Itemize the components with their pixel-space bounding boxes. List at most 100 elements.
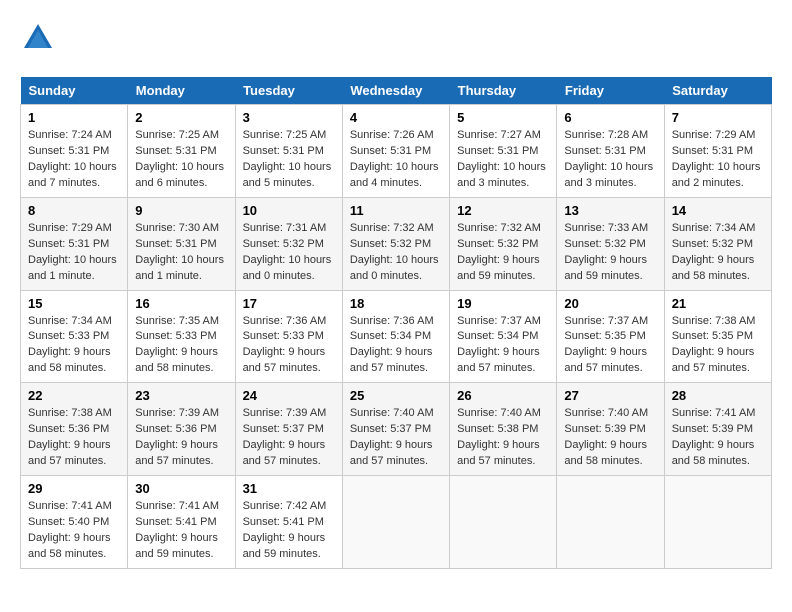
day-info: Sunrise: 7:29 AM Sunset: 5:31 PM Dayligh…: [672, 128, 764, 192]
day-number: 29: [28, 481, 120, 496]
calendar-cell: 11 Sunrise: 7:32 AM Sunset: 5:32 PM Dayl…: [342, 197, 449, 290]
day-number: 7: [672, 110, 764, 125]
day-info: Sunrise: 7:34 AM Sunset: 5:33 PM Dayligh…: [28, 314, 120, 378]
calendar-cell: 3 Sunrise: 7:25 AM Sunset: 5:31 PM Dayli…: [235, 105, 342, 198]
calendar-cell: 23 Sunrise: 7:39 AM Sunset: 5:36 PM Dayl…: [128, 383, 235, 476]
calendar-cell: [664, 476, 771, 569]
day-number: 17: [243, 296, 335, 311]
day-info: Sunrise: 7:37 AM Sunset: 5:34 PM Dayligh…: [457, 314, 549, 378]
calendar-cell: 10 Sunrise: 7:31 AM Sunset: 5:32 PM Dayl…: [235, 197, 342, 290]
day-number: 4: [350, 110, 442, 125]
day-number: 19: [457, 296, 549, 311]
day-number: 31: [243, 481, 335, 496]
calendar-cell: 31 Sunrise: 7:42 AM Sunset: 5:41 PM Dayl…: [235, 476, 342, 569]
day-info: Sunrise: 7:41 AM Sunset: 5:40 PM Dayligh…: [28, 499, 120, 563]
weekday-header-sunday: Sunday: [21, 77, 128, 105]
weekday-header-row: SundayMondayTuesdayWednesdayThursdayFrid…: [21, 77, 772, 105]
calendar-cell: 13 Sunrise: 7:33 AM Sunset: 5:32 PM Dayl…: [557, 197, 664, 290]
day-info: Sunrise: 7:26 AM Sunset: 5:31 PM Dayligh…: [350, 128, 442, 192]
day-info: Sunrise: 7:39 AM Sunset: 5:37 PM Dayligh…: [243, 406, 335, 470]
logo: [20, 20, 60, 61]
day-number: 26: [457, 388, 549, 403]
day-number: 27: [564, 388, 656, 403]
weekday-header-friday: Friday: [557, 77, 664, 105]
day-number: 2: [135, 110, 227, 125]
day-number: 22: [28, 388, 120, 403]
calendar-cell: 2 Sunrise: 7:25 AM Sunset: 5:31 PM Dayli…: [128, 105, 235, 198]
day-info: Sunrise: 7:41 AM Sunset: 5:41 PM Dayligh…: [135, 499, 227, 563]
page-header: [20, 20, 772, 61]
calendar-cell: 22 Sunrise: 7:38 AM Sunset: 5:36 PM Dayl…: [21, 383, 128, 476]
day-number: 30: [135, 481, 227, 496]
day-number: 5: [457, 110, 549, 125]
calendar-cell: 1 Sunrise: 7:24 AM Sunset: 5:31 PM Dayli…: [21, 105, 128, 198]
day-number: 1: [28, 110, 120, 125]
calendar-cell: 8 Sunrise: 7:29 AM Sunset: 5:31 PM Dayli…: [21, 197, 128, 290]
day-number: 16: [135, 296, 227, 311]
day-number: 6: [564, 110, 656, 125]
day-info: Sunrise: 7:41 AM Sunset: 5:39 PM Dayligh…: [672, 406, 764, 470]
week-row-2: 8 Sunrise: 7:29 AM Sunset: 5:31 PM Dayli…: [21, 197, 772, 290]
day-info: Sunrise: 7:27 AM Sunset: 5:31 PM Dayligh…: [457, 128, 549, 192]
day-number: 15: [28, 296, 120, 311]
calendar-cell: 7 Sunrise: 7:29 AM Sunset: 5:31 PM Dayli…: [664, 105, 771, 198]
day-info: Sunrise: 7:25 AM Sunset: 5:31 PM Dayligh…: [243, 128, 335, 192]
week-row-1: 1 Sunrise: 7:24 AM Sunset: 5:31 PM Dayli…: [21, 105, 772, 198]
day-number: 12: [457, 203, 549, 218]
calendar-cell: 17 Sunrise: 7:36 AM Sunset: 5:33 PM Dayl…: [235, 290, 342, 383]
calendar-cell: 14 Sunrise: 7:34 AM Sunset: 5:32 PM Dayl…: [664, 197, 771, 290]
calendar-cell: 26 Sunrise: 7:40 AM Sunset: 5:38 PM Dayl…: [450, 383, 557, 476]
day-info: Sunrise: 7:36 AM Sunset: 5:34 PM Dayligh…: [350, 314, 442, 378]
weekday-header-tuesday: Tuesday: [235, 77, 342, 105]
day-info: Sunrise: 7:36 AM Sunset: 5:33 PM Dayligh…: [243, 314, 335, 378]
logo-icon: [20, 20, 56, 56]
calendar-cell: 20 Sunrise: 7:37 AM Sunset: 5:35 PM Dayl…: [557, 290, 664, 383]
day-info: Sunrise: 7:32 AM Sunset: 5:32 PM Dayligh…: [350, 221, 442, 285]
day-info: Sunrise: 7:37 AM Sunset: 5:35 PM Dayligh…: [564, 314, 656, 378]
calendar-cell: [342, 476, 449, 569]
calendar-cell: 27 Sunrise: 7:40 AM Sunset: 5:39 PM Dayl…: [557, 383, 664, 476]
day-info: Sunrise: 7:29 AM Sunset: 5:31 PM Dayligh…: [28, 221, 120, 285]
day-number: 10: [243, 203, 335, 218]
day-number: 20: [564, 296, 656, 311]
day-number: 8: [28, 203, 120, 218]
week-row-3: 15 Sunrise: 7:34 AM Sunset: 5:33 PM Dayl…: [21, 290, 772, 383]
day-number: 14: [672, 203, 764, 218]
calendar-cell: 21 Sunrise: 7:38 AM Sunset: 5:35 PM Dayl…: [664, 290, 771, 383]
weekday-header-wednesday: Wednesday: [342, 77, 449, 105]
calendar-cell: 30 Sunrise: 7:41 AM Sunset: 5:41 PM Dayl…: [128, 476, 235, 569]
day-number: 3: [243, 110, 335, 125]
day-number: 21: [672, 296, 764, 311]
week-row-5: 29 Sunrise: 7:41 AM Sunset: 5:40 PM Dayl…: [21, 476, 772, 569]
day-info: Sunrise: 7:38 AM Sunset: 5:36 PM Dayligh…: [28, 406, 120, 470]
day-info: Sunrise: 7:25 AM Sunset: 5:31 PM Dayligh…: [135, 128, 227, 192]
calendar-cell: 5 Sunrise: 7:27 AM Sunset: 5:31 PM Dayli…: [450, 105, 557, 198]
day-info: Sunrise: 7:30 AM Sunset: 5:31 PM Dayligh…: [135, 221, 227, 285]
day-info: Sunrise: 7:38 AM Sunset: 5:35 PM Dayligh…: [672, 314, 764, 378]
calendar-cell: 25 Sunrise: 7:40 AM Sunset: 5:37 PM Dayl…: [342, 383, 449, 476]
day-number: 13: [564, 203, 656, 218]
calendar-cell: 24 Sunrise: 7:39 AM Sunset: 5:37 PM Dayl…: [235, 383, 342, 476]
day-info: Sunrise: 7:40 AM Sunset: 5:38 PM Dayligh…: [457, 406, 549, 470]
calendar-cell: 9 Sunrise: 7:30 AM Sunset: 5:31 PM Dayli…: [128, 197, 235, 290]
weekday-header-thursday: Thursday: [450, 77, 557, 105]
day-info: Sunrise: 7:40 AM Sunset: 5:39 PM Dayligh…: [564, 406, 656, 470]
day-number: 24: [243, 388, 335, 403]
calendar-cell: 18 Sunrise: 7:36 AM Sunset: 5:34 PM Dayl…: [342, 290, 449, 383]
weekday-header-saturday: Saturday: [664, 77, 771, 105]
day-info: Sunrise: 7:35 AM Sunset: 5:33 PM Dayligh…: [135, 314, 227, 378]
calendar-cell: 29 Sunrise: 7:41 AM Sunset: 5:40 PM Dayl…: [21, 476, 128, 569]
day-number: 25: [350, 388, 442, 403]
calendar-cell: [450, 476, 557, 569]
day-number: 28: [672, 388, 764, 403]
calendar-cell: 16 Sunrise: 7:35 AM Sunset: 5:33 PM Dayl…: [128, 290, 235, 383]
day-number: 9: [135, 203, 227, 218]
day-info: Sunrise: 7:40 AM Sunset: 5:37 PM Dayligh…: [350, 406, 442, 470]
calendar: SundayMondayTuesdayWednesdayThursdayFrid…: [20, 77, 772, 569]
calendar-cell: 28 Sunrise: 7:41 AM Sunset: 5:39 PM Dayl…: [664, 383, 771, 476]
calendar-cell: 12 Sunrise: 7:32 AM Sunset: 5:32 PM Dayl…: [450, 197, 557, 290]
weekday-header-monday: Monday: [128, 77, 235, 105]
calendar-cell: [557, 476, 664, 569]
day-info: Sunrise: 7:32 AM Sunset: 5:32 PM Dayligh…: [457, 221, 549, 285]
day-number: 18: [350, 296, 442, 311]
